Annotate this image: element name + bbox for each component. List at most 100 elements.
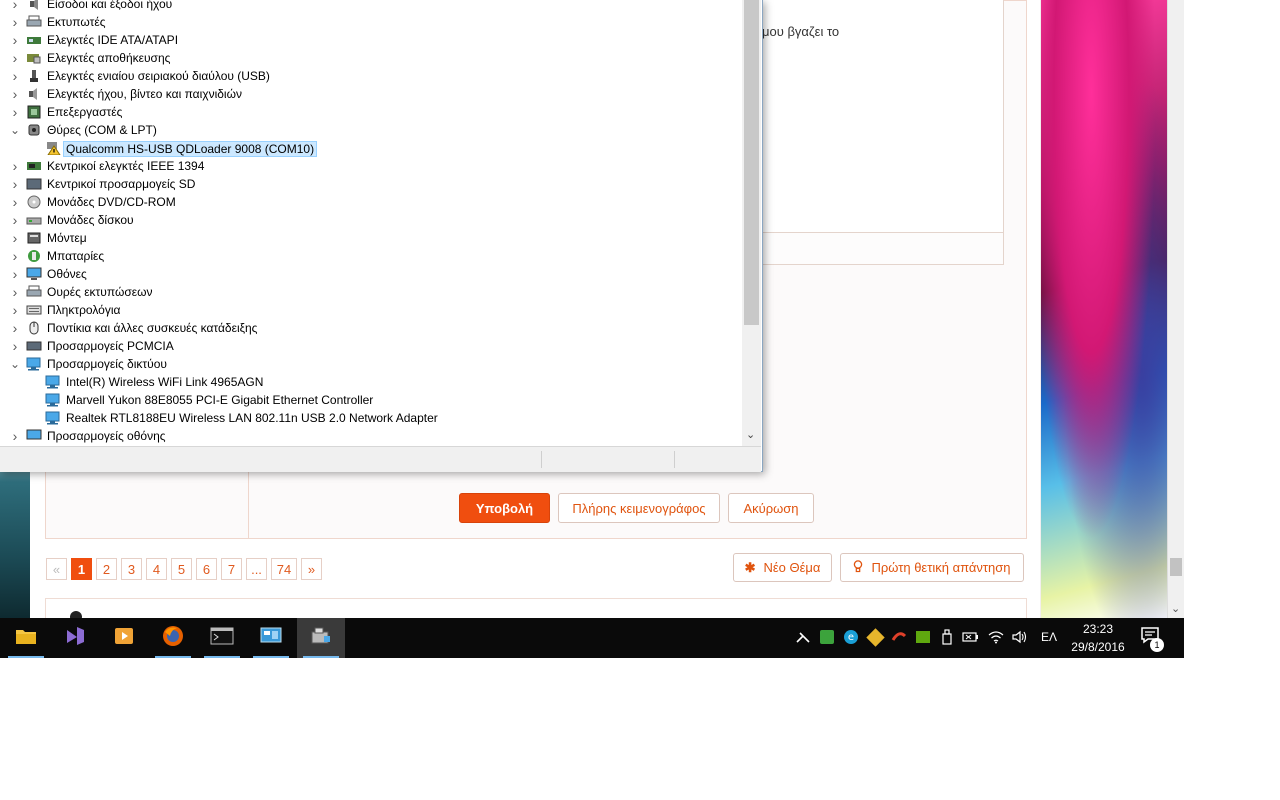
asterisk-icon: ✱ [744, 559, 756, 575]
device-category[interactable]: › Ελεγκτές αποθήκευσης [0, 49, 742, 67]
device-category[interactable]: ⌄ Θύρες (COM & LPT) [0, 121, 742, 139]
monitor-icon [26, 267, 42, 281]
chevron-right-icon[interactable]: › [9, 14, 21, 30]
pagination-page[interactable]: 74 [271, 558, 297, 580]
chevron-down-icon[interactable]: ⌄ [9, 357, 21, 371]
tray-download-icon[interactable] [890, 628, 908, 646]
chevron-right-icon[interactable]: › [9, 0, 21, 12]
taskbar-file-explorer-button[interactable] [2, 618, 50, 658]
device-item[interactable]: Intel(R) Wireless WiFi Link 4965AGN [0, 373, 742, 391]
taskbar-command-prompt-button[interactable] [198, 618, 246, 658]
chevron-right-icon[interactable]: › [9, 338, 21, 354]
pagination-page[interactable]: 2 [96, 558, 117, 580]
chevron-right-icon[interactable]: › [9, 32, 21, 48]
chevron-right-icon[interactable]: › [9, 302, 21, 318]
battery-icon[interactable] [962, 628, 980, 646]
full-editor-button[interactable]: Πλήρης κειμενογράφος [558, 493, 720, 523]
device-tree-scrollbar-thumb[interactable] [744, 0, 759, 325]
chevron-down-icon[interactable]: ⌄ [746, 428, 755, 441]
usb-icon [26, 69, 42, 83]
input-language[interactable]: ΕΛ [1041, 630, 1057, 644]
dvd-icon [26, 195, 42, 209]
chevron-right-icon[interactable]: › [9, 50, 21, 66]
device-label: Κεντρικοί ελεγκτές IEEE 1394 [47, 159, 205, 173]
chevron-right-icon[interactable]: › [9, 86, 21, 102]
taskbar-control-panel-button[interactable] [247, 618, 295, 658]
volume-icon[interactable] [1010, 628, 1028, 646]
chevron-right-icon[interactable]: › [9, 248, 21, 264]
chevron-right-icon[interactable]: › [9, 428, 21, 444]
taskbar-visual-studio-button[interactable] [51, 618, 99, 658]
cancel-button[interactable]: Ακύρωση [728, 493, 814, 523]
page-scrollbar-thumb[interactable] [1170, 558, 1182, 576]
chevron-right-icon[interactable]: › [9, 266, 21, 282]
chevron-right-icon[interactable]: › [9, 230, 21, 246]
device-category[interactable]: › Κεντρικοί ελεγκτές IEEE 1394 [0, 157, 742, 175]
device-item[interactable]: Realtek RTL8188EU Wireless LAN 802.11n U… [0, 409, 742, 427]
pagination-page[interactable]: 1 [71, 558, 92, 580]
tray-puzzle-icon[interactable] [865, 627, 885, 647]
status-bar [0, 446, 761, 472]
device-category[interactable]: › Εκτυπωτές [0, 13, 742, 31]
submit-button[interactable]: Υποβολή [459, 493, 550, 523]
chevron-right-icon[interactable]: › [9, 68, 21, 84]
device-category[interactable]: › Ουρές εκτυπώσεων [0, 283, 742, 301]
device-item[interactable]: Qualcomm HS-USB QDLoader 9008 (COM10) [0, 139, 742, 157]
taskbar-firefox-button[interactable] [149, 618, 197, 658]
device-category[interactable]: › Είσοδοι και έξοδοι ήχου [0, 0, 742, 13]
chevron-down-icon[interactable]: ⌄ [9, 123, 21, 137]
chevron-right-icon[interactable]: › [9, 320, 21, 336]
chevron-right-icon[interactable]: › [9, 212, 21, 228]
scroll-down-icon[interactable]: ⌄ [1171, 602, 1180, 615]
device-category[interactable]: › Μονάδες DVD/CD-ROM [0, 193, 742, 211]
device-category[interactable]: › Μπαταρίες [0, 247, 742, 265]
usb-drive-icon[interactable] [938, 628, 956, 646]
pagination-page[interactable]: ... [246, 558, 267, 580]
device-category[interactable]: › Κεντρικοί προσαρμογείς SD [0, 175, 742, 193]
taskbar-media-player-button[interactable] [100, 618, 148, 658]
clock[interactable]: 23:23 29/8/2016 [1066, 620, 1130, 656]
processor-icon [26, 105, 42, 119]
mouse-icon [26, 321, 42, 335]
device-category[interactable]: › Πληκτρολόγια [0, 301, 742, 319]
device-category[interactable]: › Προσαρμογείς οθόνης [0, 427, 742, 445]
device-category[interactable]: › Προσαρμογείς PCMCIA [0, 337, 742, 355]
tray-nvidia-icon[interactable] [914, 628, 932, 646]
device-category[interactable]: › Ελεγκτές ήχου, βίντεο και παιχνιδιών [0, 85, 742, 103]
pagination-page[interactable]: 3 [121, 558, 142, 580]
chevron-right-icon[interactable]: › [9, 176, 21, 192]
taskbar-device-manager-button[interactable] [297, 618, 345, 658]
chevron-right-icon[interactable]: › [9, 284, 21, 300]
device-category[interactable]: › Ποντίκια και άλλες συσκευές κατάδειξης [0, 319, 742, 337]
device-category[interactable]: › Ελεγκτές IDE ATA/ATAPI [0, 31, 742, 49]
pagination-page[interactable]: 4 [146, 558, 167, 580]
device-category[interactable]: ⌄ Προσαρμογείς δικτύου [0, 355, 742, 373]
page-scrollbar[interactable]: ⌄ [1167, 0, 1184, 618]
device-category[interactable]: › Μονάδες δίσκου [0, 211, 742, 229]
pagination-page[interactable]: 5 [171, 558, 192, 580]
device-category[interactable]: › Επεξεργαστές [0, 103, 742, 121]
pagination-prev[interactable]: « [46, 558, 67, 580]
print-queue-icon [26, 285, 42, 299]
pagination-page[interactable]: 7 [221, 558, 242, 580]
chevron-right-icon[interactable]: › [9, 194, 21, 210]
device-item[interactable]: Marvell Yukon 88E8055 PCI-E Gigabit Ethe… [0, 391, 742, 409]
device-label: Θύρες (COM & LPT) [47, 123, 157, 137]
chevron-right-icon[interactable]: › [9, 104, 21, 120]
tray-satellite-icon[interactable] [794, 628, 812, 646]
pagination-page[interactable]: 6 [196, 558, 217, 580]
tray-browser-icon[interactable]: e [842, 628, 860, 646]
wifi-icon[interactable] [987, 628, 1005, 646]
device-category[interactable]: › Μόντεμ [0, 229, 742, 247]
device-manager-window: › Είσοδοι και έξοδοι ήχου › Εκτυπωτές › Ελεγκ… [0, 0, 763, 472]
device-category[interactable]: › Οθόνες [0, 265, 742, 283]
device-category[interactable]: › Ελεγκτές ενιαίου σειριακού διαύλου (USB… [0, 67, 742, 85]
first-positive-reply-button[interactable]: Πρώτη θετική απάντηση [840, 553, 1024, 582]
clock-date: 29/8/2016 [1071, 640, 1125, 654]
new-topic-button[interactable]: ✱ Νέο Θέμα [733, 553, 832, 582]
pagination-next[interactable]: » [301, 558, 322, 580]
chevron-right-icon[interactable]: › [9, 158, 21, 174]
device-label: Μπαταρίες [47, 249, 105, 263]
device-tree-scrollbar[interactable]: ⌄ [742, 0, 761, 446]
tray-app-icon[interactable] [818, 628, 836, 646]
